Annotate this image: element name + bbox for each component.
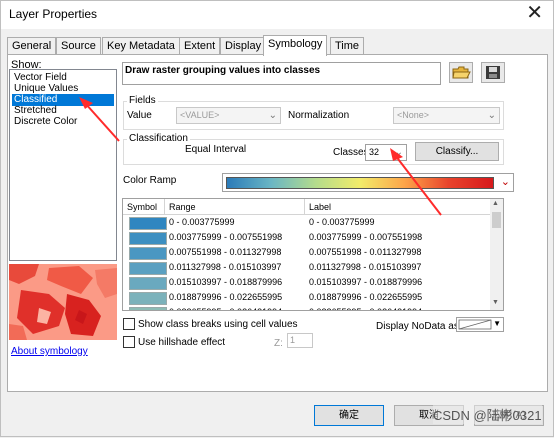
table-row[interactable]: 0.011327998 - 0.015103997 0.011327998 - 0… — [123, 261, 489, 276]
ok-button[interactable]: 确定 — [314, 405, 384, 426]
tab-extent[interactable]: Extent — [179, 37, 221, 55]
label-cell[interactable]: 0.022655995 - 0.026431994 — [309, 307, 422, 310]
hillshade-checkbox[interactable] — [123, 336, 135, 348]
column-header-range[interactable]: Range — [165, 199, 305, 215]
scroll-thumb[interactable] — [492, 212, 501, 228]
color-ramp-preview — [226, 177, 494, 189]
show-list: Vector Field Unique Values Classified St… — [9, 69, 117, 261]
classification-group-title: Classification — [127, 133, 190, 144]
show-breaks-label: Show class breaks using cell values — [138, 319, 298, 330]
classes-dropdown-text: 32 — [369, 147, 380, 157]
range-cell[interactable]: 0.022655995 - 0.026431994 — [169, 307, 282, 310]
classes-dropdown[interactable]: 32 ⌄ — [365, 144, 407, 161]
symbol-swatch[interactable] — [129, 232, 167, 245]
label-cell[interactable]: 0.018879996 - 0.022655995 — [309, 292, 422, 302]
tab-display[interactable]: Display — [220, 37, 267, 55]
chevron-down-icon: ⌄ — [268, 110, 277, 121]
window-title: Layer Properties — [9, 7, 98, 21]
column-header-label[interactable]: Label — [305, 199, 491, 215]
z-label: Z: — [274, 338, 283, 349]
show-item-discrete-color[interactable]: Discrete Color — [12, 116, 79, 128]
nodata-swatch — [458, 319, 492, 330]
open-folder-button[interactable] — [449, 62, 473, 83]
label-cell[interactable]: 0.011327998 - 0.015103997 — [309, 262, 421, 272]
symbol-swatch[interactable] — [129, 292, 167, 305]
color-ramp-label: Color Ramp — [123, 175, 177, 186]
title-bar: Layer Properties ✕ — [1, 1, 553, 29]
range-cell[interactable]: 0.007551998 - 0.011327998 — [169, 247, 281, 257]
save-icon — [486, 66, 500, 79]
normalization-dropdown[interactable]: <None> ⌄ — [393, 107, 500, 124]
chevron-down-icon: ⌄ — [394, 147, 403, 158]
table-row[interactable]: 0 - 0.003775999 0 - 0.003775999 — [123, 216, 489, 231]
symbol-swatch[interactable] — [129, 262, 167, 275]
chevron-down-icon: ⌄ — [500, 176, 510, 188]
label-cell[interactable]: 0 - 0.003775999 — [309, 217, 375, 227]
hillshade-label: Use hillshade effect — [138, 337, 226, 348]
table-row[interactable]: 0.022655995 - 0.026431994 0.022655995 - 0… — [123, 306, 489, 310]
classify-button[interactable]: Classify... — [415, 142, 499, 161]
table-row[interactable]: 0.018879996 - 0.022655995 0.018879996 - 0… — [123, 291, 489, 306]
value-dropdown-text: <VALUE> — [180, 110, 220, 120]
symbol-swatch[interactable] — [129, 277, 167, 290]
symbology-preview-image — [9, 264, 117, 340]
normalization-dropdown-text: <None> — [397, 110, 430, 120]
nodata-color-picker[interactable]: ▼ — [456, 317, 504, 332]
tab-strip: General Source Key Metadata Extent Displ… — [7, 35, 547, 56]
label-cell[interactable]: 0.007551998 - 0.011327998 — [309, 247, 421, 257]
tab-time[interactable]: Time — [330, 37, 365, 55]
z-input[interactable]: 1 — [287, 333, 313, 348]
show-breaks-checkbox[interactable] — [123, 318, 135, 330]
description-box: Draw raster grouping values into classes — [122, 62, 441, 85]
nodata-label: Display NoData as — [376, 321, 459, 332]
symbol-swatch[interactable] — [129, 247, 167, 260]
tab-symbology[interactable]: Symbology — [263, 35, 328, 56]
table-row[interactable]: 0.007551998 - 0.011327998 0.007551998 - 0… — [123, 246, 489, 261]
range-cell[interactable]: 0.003775999 - 0.007551998 — [169, 232, 282, 242]
range-cell[interactable]: 0.011327998 - 0.015103997 — [169, 262, 281, 272]
table-scrollbar[interactable]: ▲ ▼ — [490, 199, 503, 310]
label-cell[interactable]: 0.003775999 - 0.007551998 — [309, 232, 422, 242]
table-row[interactable]: 0.003775999 - 0.007551998 0.003775999 - 0… — [123, 231, 489, 246]
color-ramp-dropdown[interactable]: ⌄ — [222, 173, 514, 192]
description-text: Draw raster grouping values into classes — [125, 65, 321, 76]
close-icon[interactable]: ✕ — [526, 3, 543, 23]
tab-source[interactable]: Source — [56, 37, 101, 55]
range-cell[interactable]: 0 - 0.003775999 — [169, 217, 235, 227]
range-cell[interactable]: 0.015103997 - 0.018879996 — [169, 277, 282, 287]
about-symbology-link[interactable]: About symbology — [11, 346, 88, 357]
tab-general[interactable]: General — [7, 37, 57, 55]
save-button[interactable] — [481, 62, 505, 83]
scroll-up-icon[interactable]: ▲ — [492, 200, 499, 207]
table-row[interactable]: 0.015103997 - 0.018879996 0.015103997 - 0… — [123, 276, 489, 291]
chevron-down-icon: ⌄ — [487, 110, 496, 121]
layer-properties-dialog: Layer Properties ✕ General Source Key Me… — [0, 0, 554, 437]
range-cell[interactable]: 0.018879996 - 0.022655995 — [169, 292, 282, 302]
symbol-table: Symbol Range Label 0 - 0.003775999 0 - 0.… — [122, 198, 504, 311]
label-cell[interactable]: 0.015103997 - 0.018879996 — [309, 277, 422, 287]
column-header-symbol[interactable]: Symbol — [123, 199, 165, 215]
value-dropdown[interactable]: <VALUE> ⌄ — [176, 107, 281, 124]
symbol-swatch[interactable] — [129, 307, 167, 310]
scroll-down-icon[interactable]: ▼ — [492, 299, 499, 306]
fields-group-title: Fields — [127, 95, 158, 106]
chevron-down-icon: ▼ — [493, 319, 501, 328]
normalization-label: Normalization — [288, 110, 350, 121]
value-label: Value — [127, 110, 152, 121]
open-folder-icon — [452, 66, 471, 79]
tab-key-metadata[interactable]: Key Metadata — [102, 37, 180, 55]
symbol-swatch[interactable] — [129, 217, 167, 230]
classification-method: Equal Interval — [185, 144, 247, 155]
classes-label: Classes — [333, 147, 369, 158]
watermark: CSDN @陆彬0321 — [433, 405, 542, 424]
